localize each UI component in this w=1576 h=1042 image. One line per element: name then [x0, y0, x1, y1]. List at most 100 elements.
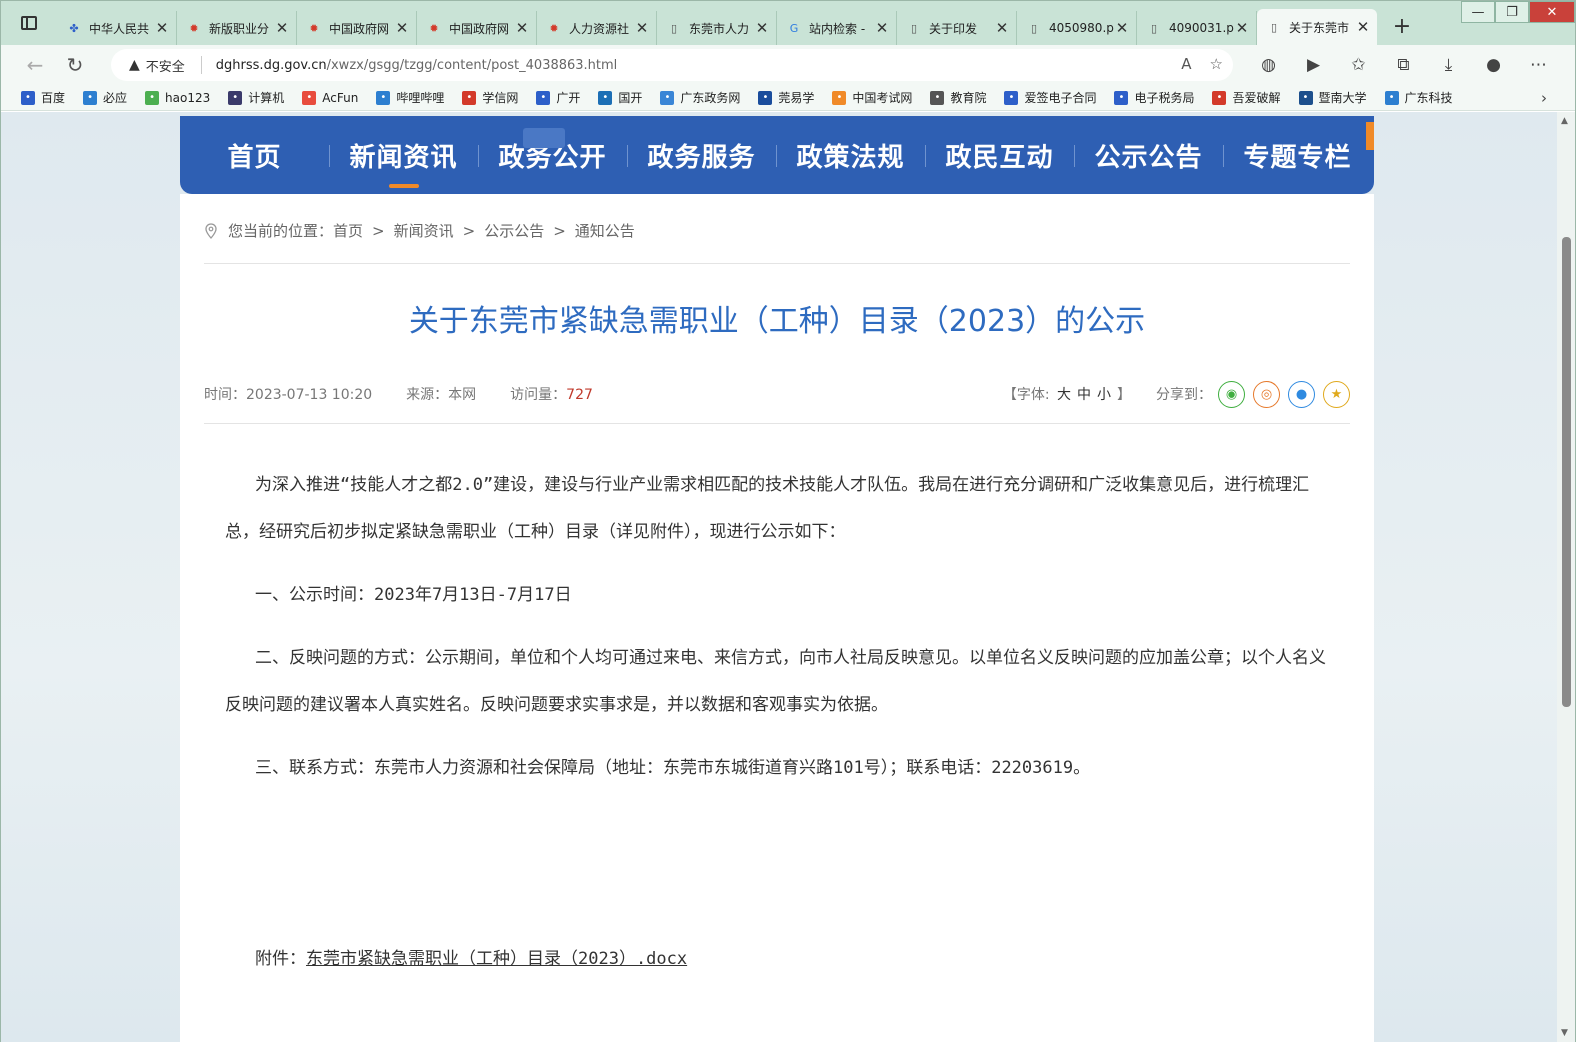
- tab-close-icon[interactable]: ✕: [1234, 19, 1250, 37]
- bookmark-item[interactable]: • 广开: [536, 89, 580, 106]
- bookmark-label: 哔哩哔哩: [396, 91, 445, 105]
- bookmark-label: 爱签电子合同: [1024, 91, 1097, 105]
- nav-item[interactable]: 政民互动: [925, 137, 1074, 174]
- attachment-link[interactable]: 东莞市紧缺急需职业（工种）目录（2023）.docx: [306, 949, 687, 969]
- bookmark-favicon-icon: •: [228, 90, 243, 105]
- bookmark-item[interactable]: • hao123: [145, 90, 210, 105]
- browser-tab[interactable]: ▯ 关于东莞市 ✕: [1257, 9, 1377, 45]
- qzone-share-icon[interactable]: ★: [1323, 380, 1350, 408]
- font-size-option[interactable]: 大: [1057, 387, 1071, 403]
- weibo-share-icon[interactable]: ◎: [1253, 380, 1280, 408]
- bookmark-item[interactable]: • 电子税务局: [1114, 89, 1194, 106]
- minimize-button[interactable]: —: [1461, 1, 1495, 23]
- breadcrumb-link[interactable]: 通知公告: [575, 220, 635, 241]
- bookmark-item[interactable]: • 国开: [598, 89, 642, 106]
- breadcrumb-link[interactable]: 公示公告: [484, 220, 544, 241]
- address-bar[interactable]: ▲ 不安全 dghrss.dg.gov.cn/xwzx/gsgg/tzgg/co…: [111, 49, 1233, 81]
- browser-tab[interactable]: ▯ 关于印发 ✕: [897, 11, 1017, 45]
- bookmark-item[interactable]: • 爱签电子合同: [1004, 89, 1096, 106]
- downloads-icon[interactable]: ⤓: [1426, 55, 1471, 75]
- browser-tab[interactable]: ▯ 东莞市人力 ✕: [657, 11, 777, 45]
- article-paragraph: 三、联系方式：东莞市人力资源和社会保障局（地址：东莞市东城街道育兴路101号）；…: [255, 758, 1091, 778]
- tab-close-icon[interactable]: ✕: [274, 19, 290, 37]
- bookmark-item[interactable]: • 吾爱破解: [1212, 89, 1281, 106]
- back-button[interactable]: ←: [15, 45, 55, 85]
- tab-title: 关于东莞市: [1289, 20, 1350, 35]
- nav-item[interactable]: 首页: [180, 137, 329, 174]
- tab-close-icon[interactable]: ✕: [1355, 18, 1371, 36]
- bookmark-item[interactable]: • 莞易学: [758, 89, 814, 106]
- profile-avatar[interactable]: ●: [1471, 55, 1516, 75]
- tab-close-icon[interactable]: ✕: [154, 19, 170, 37]
- close-window-button[interactable]: ✕: [1529, 1, 1575, 23]
- tab-close-icon[interactable]: ✕: [1114, 19, 1130, 37]
- page-icon: ▯: [1150, 21, 1158, 35]
- bookmark-favicon-icon: •: [758, 90, 773, 105]
- article-body: 为深入推进“技能人才之都2.0”建设，建设与行业产业需求相匹配的技术技能人才队伍…: [225, 462, 1335, 792]
- nav-item[interactable]: 政务服务: [627, 137, 776, 174]
- nav-item[interactable]: 政策法规: [776, 137, 925, 174]
- tab-title: 中国政府网: [449, 21, 510, 36]
- page-scrollbar[interactable]: ▲ ▼: [1557, 112, 1575, 1042]
- divider: [204, 263, 1350, 264]
- tab-close-icon[interactable]: ✕: [754, 19, 770, 37]
- breadcrumb-link[interactable]: 新闻资讯: [394, 220, 454, 241]
- bookmark-item[interactable]: • 百度: [21, 89, 65, 106]
- bookmarks-more-icon[interactable]: ›: [1541, 89, 1547, 107]
- tab-close-icon[interactable]: ✕: [394, 19, 410, 37]
- tab-close-icon[interactable]: ✕: [874, 19, 890, 37]
- bookmark-item[interactable]: • 教育院: [930, 89, 986, 106]
- browser-tab[interactable]: ▯ 4090031.p ✕: [1137, 11, 1257, 45]
- wechat-share-icon[interactable]: ◉: [1218, 380, 1245, 408]
- url-text[interactable]: dghrss.dg.gov.cn/xwzx/gsgg/tzgg/content/…: [216, 58, 618, 73]
- play-icon[interactable]: ▶: [1291, 55, 1336, 75]
- scroll-down-icon[interactable]: ▼: [1561, 1028, 1568, 1038]
- browser-tab[interactable]: ✤ 中华人民共 ✕: [57, 11, 177, 45]
- publish-time: 时间：2023-07-13 10:20: [204, 387, 373, 403]
- bookmark-item[interactable]: • 哔哩哔哩: [376, 89, 444, 106]
- collections-icon[interactable]: ⧉: [1381, 55, 1426, 75]
- bookmark-item[interactable]: • 广东科技: [1384, 89, 1453, 106]
- nav-item[interactable]: 新闻资讯: [329, 137, 478, 188]
- toolbar: ◍ ▶ ✩ ⧉ ⤓ ● ⋯: [1246, 45, 1561, 85]
- bookmark-item[interactable]: • 学信网: [462, 89, 518, 106]
- bookmark-item[interactable]: • 计算机: [228, 89, 284, 106]
- tab-close-icon[interactable]: ✕: [634, 19, 650, 37]
- bookmark-item[interactable]: • 广东政务网: [660, 89, 740, 106]
- font-size-option[interactable]: 中: [1077, 387, 1091, 403]
- tab-list: ✤ 中华人民共 ✕ ✹ 新版职业分 ✕ ✹ 中国政府网 ✕ ✹ 中国政府网 ✕ ✹ 人力资源社 ✕ ▯ 东莞市人…: [57, 9, 1377, 45]
- emblem-icon: ✹: [189, 21, 199, 35]
- nav-item[interactable]: 公示公告: [1074, 137, 1223, 174]
- browser-tab[interactable]: ✹ 新版职业分 ✕: [177, 11, 297, 45]
- extension-icon[interactable]: ◍: [1246, 55, 1291, 75]
- bookmark-item[interactable]: • 必应: [83, 89, 127, 106]
- tab-actions-button[interactable]: [1, 1, 57, 45]
- tab-actions-icon: [21, 16, 37, 30]
- browser-tab[interactable]: ✹ 人力资源社 ✕: [537, 11, 657, 45]
- bookmark-item[interactable]: • 中国考试网: [832, 89, 912, 106]
- font-size-controls: 【字体: 大中小】: [1003, 384, 1134, 404]
- new-tab-button[interactable]: +: [1387, 11, 1417, 41]
- more-menu-icon[interactable]: ⋯: [1516, 55, 1561, 75]
- scrollbar-thumb[interactable]: [1562, 237, 1571, 707]
- scroll-up-icon[interactable]: ▲: [1561, 116, 1568, 126]
- font-size-option[interactable]: 小: [1097, 387, 1111, 403]
- tab-close-icon[interactable]: ✕: [994, 19, 1010, 37]
- insecure-label[interactable]: 不安全: [146, 56, 185, 75]
- refresh-button[interactable]: ↻: [55, 45, 95, 85]
- nav-item[interactable]: 专题专栏: [1223, 137, 1372, 174]
- favorites-icon[interactable]: ✩: [1336, 55, 1381, 75]
- add-favorite-icon[interactable]: ☆: [1210, 55, 1223, 73]
- maximize-button[interactable]: ❐: [1495, 1, 1529, 23]
- qq-share-icon[interactable]: ●: [1288, 380, 1315, 408]
- bookmark-item[interactable]: • 暨南大学: [1298, 89, 1367, 106]
- browser-tab[interactable]: ✹ 中国政府网 ✕: [417, 11, 537, 45]
- share-buttons: ◉ ◎ ● ★: [1218, 380, 1350, 408]
- browser-tab[interactable]: ▯ 4050980.p ✕: [1017, 11, 1137, 45]
- bookmark-item[interactable]: • AcFun: [302, 90, 358, 105]
- breadcrumb-link[interactable]: 首页: [333, 220, 363, 241]
- browser-tab[interactable]: ✹ 中国政府网 ✕: [297, 11, 417, 45]
- tab-close-icon[interactable]: ✕: [514, 19, 530, 37]
- read-aloud-icon[interactable]: A: [1181, 55, 1191, 73]
- browser-tab[interactable]: G 站内检索 - ✕: [777, 11, 897, 45]
